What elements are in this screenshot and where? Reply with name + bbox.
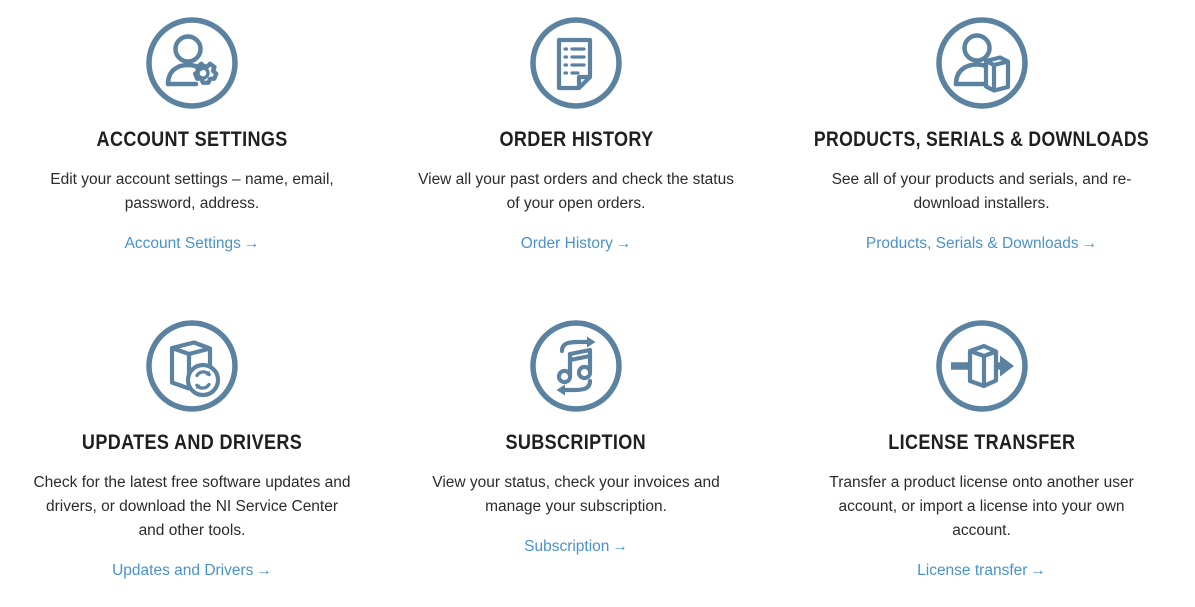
license-transfer-arrow-icon [934, 318, 1030, 414]
arrow-right-icon: → [1030, 562, 1046, 580]
card-account-settings: ACCOUNT SETTINGS Edit your account setti… [0, 0, 384, 303]
card-link-updates-and-drivers[interactable]: Updates and Drivers → [112, 560, 272, 582]
card-link-subscription[interactable]: Subscription → [524, 536, 628, 558]
document-list-icon [528, 15, 624, 111]
arrow-right-icon: → [612, 538, 628, 556]
card-link-order-history[interactable]: Order History → [521, 233, 632, 255]
card-title: PRODUCTS, SERIALS & DOWNLOADS [813, 128, 1150, 151]
arrow-right-icon: → [615, 235, 632, 253]
user-gear-icon [144, 15, 240, 111]
card-link-label: Updates and Drivers [112, 562, 254, 580]
card-description: See all of your products and serials, an… [831, 171, 1132, 213]
card-subscription: SUBSCRIPTION View your status, check you… [384, 303, 768, 607]
card-link-label: Products, Serials & Downloads [865, 235, 1079, 253]
feature-card-grid: ACCOUNT SETTINGS Edit your account setti… [0, 0, 1195, 607]
user-product-box-icon [934, 15, 1030, 111]
card-link-label: Order History [520, 235, 613, 253]
card-description: Check for the latest free software updat… [33, 474, 351, 540]
music-note-recurring-icon [528, 318, 624, 414]
card-title: ACCOUNT SETTINGS [96, 128, 288, 151]
arrow-right-icon: → [256, 562, 272, 580]
card-title: ORDER HISTORY [499, 128, 654, 151]
card-link-label: Account Settings [124, 235, 241, 253]
arrow-right-icon: → [243, 235, 260, 253]
card-description: View all your past orders and check the … [418, 171, 734, 213]
card-title: SUBSCRIPTION [505, 431, 647, 454]
card-products-serials-downloads: PRODUCTS, SERIALS & DOWNLOADS See all of… [768, 0, 1195, 303]
card-link-label: License transfer [917, 562, 1028, 580]
card-description: Edit your account settings – name, email… [50, 171, 334, 213]
card-updates-and-drivers: UPDATES AND DRIVERS Check for the latest… [0, 303, 384, 607]
card-link-account-settings[interactable]: Account Settings → [125, 233, 260, 255]
arrow-right-icon: → [1081, 235, 1098, 253]
card-description: View your status, check your invoices an… [432, 474, 720, 516]
card-description: Transfer a product license onto another … [829, 474, 1134, 540]
card-order-history: ORDER HISTORY View all your past orders … [384, 0, 768, 303]
card-link-license-transfer[interactable]: License transfer → [917, 560, 1046, 582]
card-title: UPDATES AND DRIVERS [81, 431, 303, 454]
card-license-transfer: LICENSE TRANSFER Transfer a product lice… [768, 303, 1195, 607]
card-link-label: Subscription [524, 538, 610, 556]
card-link-products-serials-downloads[interactable]: Products, Serials & Downloads → [866, 233, 1097, 255]
card-title: LICENSE TRANSFER [887, 431, 1076, 454]
product-box-refresh-icon [144, 318, 240, 414]
